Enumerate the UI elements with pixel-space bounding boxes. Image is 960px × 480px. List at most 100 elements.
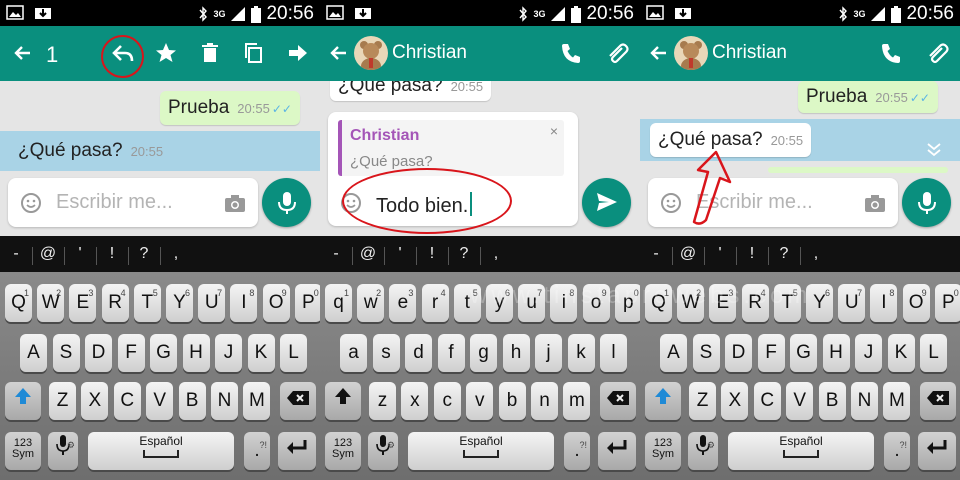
key-d[interactable]: d	[405, 334, 432, 372]
space-key[interactable]: Español	[408, 432, 554, 470]
enter-key[interactable]	[918, 432, 956, 470]
key-w[interactable]: W2	[37, 284, 65, 322]
shift-key[interactable]	[325, 382, 361, 420]
key-p[interactable]: P0	[294, 284, 320, 322]
sym-key[interactable]: 123 Sym	[645, 432, 681, 470]
key-f[interactable]: F	[757, 334, 785, 372]
key-o[interactable]: O9	[262, 284, 290, 322]
backspace-key[interactable]	[280, 382, 316, 420]
scroll-down-icon[interactable]	[926, 141, 942, 157]
key-v[interactable]: V	[786, 382, 814, 420]
key-x[interactable]: X	[81, 382, 109, 420]
key-l[interactable]: L	[280, 334, 307, 372]
send-button[interactable]	[582, 178, 631, 227]
key-v[interactable]: v	[466, 382, 494, 420]
voice-input-key[interactable]: ⚙	[48, 432, 78, 470]
symbol-suggestion[interactable]: -	[640, 245, 672, 263]
shift-key[interactable]	[5, 382, 41, 420]
emoji-icon[interactable]	[660, 192, 682, 214]
contact-name[interactable]: Christian	[712, 42, 787, 64]
space-key[interactable]: Español	[88, 432, 234, 470]
key-b[interactable]: B	[178, 382, 206, 420]
symbol-suggestion[interactable]: '	[64, 245, 96, 265]
attach-icon[interactable]	[604, 40, 630, 66]
key-z[interactable]: Z	[689, 382, 716, 420]
symbol-suggestion[interactable]: ?	[768, 245, 800, 265]
key-b[interactable]: b	[498, 382, 526, 420]
contact-name[interactable]: Christian	[392, 42, 467, 64]
symbol-suggestion[interactable]: -	[0, 245, 32, 263]
symbol-suggestion[interactable]: @	[32, 245, 64, 265]
key-k[interactable]: K	[247, 334, 275, 372]
key-y[interactable]: Y6	[166, 284, 193, 322]
key-m[interactable]: M	[883, 382, 911, 420]
forward-icon[interactable]	[285, 40, 311, 66]
key-c[interactable]: c	[433, 382, 461, 420]
camera-icon[interactable]	[864, 193, 886, 213]
key-x[interactable]: X	[721, 382, 749, 420]
back-arrow-icon[interactable]	[646, 40, 672, 66]
shift-key[interactable]	[645, 382, 681, 420]
voice-record-button[interactable]	[902, 178, 951, 227]
key-n[interactable]: N	[211, 382, 238, 420]
period-key[interactable]: .?!	[564, 432, 590, 470]
message-incoming[interactable]: ¿Qué pasa? 20:55	[330, 81, 492, 101]
message-outgoing[interactable]: Prueba 20:55 ✓✓	[798, 81, 938, 113]
key-l[interactable]: l	[600, 334, 627, 372]
key-o[interactable]: O9	[902, 284, 930, 322]
key-f[interactable]: f	[437, 334, 465, 372]
period-key[interactable]: .?!	[884, 432, 910, 470]
backspace-key[interactable]	[600, 382, 636, 420]
key-q[interactable]: q1	[325, 284, 352, 322]
symbol-suggestion[interactable]: ,	[160, 245, 192, 265]
key-z[interactable]: Z	[49, 382, 76, 420]
key-h[interactable]: H	[822, 334, 850, 372]
close-quote-button[interactable]: ×	[550, 123, 558, 139]
key-w[interactable]: w2	[357, 284, 385, 322]
message-input-box[interactable]: Escribir me...	[8, 178, 258, 227]
key-m[interactable]: m	[563, 382, 591, 420]
key-p[interactable]: P0	[934, 284, 960, 322]
key-v[interactable]: V	[146, 382, 174, 420]
voice-input-key[interactable]: ⚙	[368, 432, 398, 470]
symbol-suggestion[interactable]: '	[704, 245, 736, 265]
key-n[interactable]: n	[531, 382, 558, 420]
key-g[interactable]: G	[150, 334, 177, 372]
period-key[interactable]: .?!	[244, 432, 270, 470]
space-key[interactable]: Español	[728, 432, 874, 470]
key-m[interactable]: M	[243, 382, 271, 420]
key-t[interactable]: T5	[133, 284, 161, 322]
symbol-suggestion[interactable]: !	[96, 245, 128, 265]
key-i[interactable]: I8	[230, 284, 258, 322]
symbol-suggestion[interactable]: ?	[448, 245, 480, 265]
key-k[interactable]: K	[887, 334, 915, 372]
key-s[interactable]: S	[52, 334, 80, 372]
contact-avatar[interactable]	[674, 36, 708, 70]
emoji-icon[interactable]	[20, 192, 42, 214]
enter-key[interactable]	[598, 432, 636, 470]
key-s[interactable]: S	[692, 334, 720, 372]
key-j[interactable]: J	[855, 334, 882, 372]
key-u[interactable]: U7	[838, 284, 866, 322]
key-a[interactable]: A	[660, 334, 687, 372]
key-a[interactable]: A	[20, 334, 47, 372]
key-e[interactable]: e3	[389, 284, 417, 322]
message-outgoing[interactable]: Prueba 20:55 ✓✓	[160, 91, 300, 125]
key-q[interactable]: Q1	[5, 284, 32, 322]
copy-icon[interactable]	[241, 40, 267, 66]
key-k[interactable]: k	[567, 334, 595, 372]
key-r[interactable]: r4	[421, 284, 449, 322]
backspace-key[interactable]	[920, 382, 956, 420]
star-icon[interactable]	[153, 40, 179, 66]
voice-input-key[interactable]: ⚙	[688, 432, 718, 470]
key-d[interactable]: D	[725, 334, 752, 372]
key-d[interactable]: D	[85, 334, 112, 372]
call-icon[interactable]	[558, 40, 584, 66]
key-u[interactable]: U7	[198, 284, 226, 322]
key-e[interactable]: E3	[69, 284, 97, 322]
key-r[interactable]: R4	[101, 284, 129, 322]
sym-key[interactable]: 123 Sym	[5, 432, 41, 470]
symbol-suggestion[interactable]: ?	[128, 245, 160, 265]
enter-key[interactable]	[278, 432, 316, 470]
symbol-suggestion[interactable]: @	[352, 245, 384, 265]
